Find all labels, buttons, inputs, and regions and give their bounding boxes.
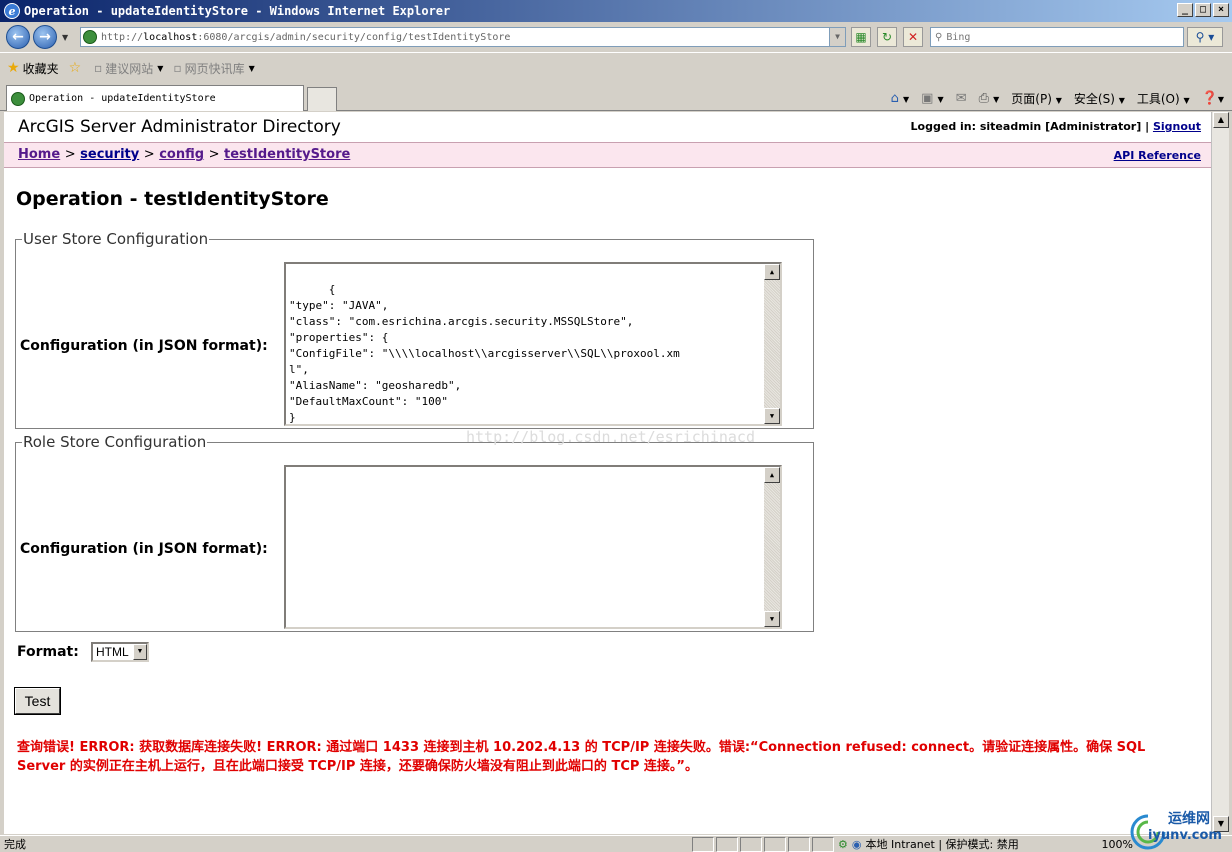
- add-favorite-icon: ☆: [68, 60, 82, 76]
- stop-icon[interactable]: ✕: [903, 27, 923, 47]
- address-dropdown-icon[interactable]: ▼: [829, 28, 845, 46]
- ie-icon: e: [4, 3, 20, 19]
- chevron-down-icon: ▼: [248, 63, 255, 73]
- page-title: Operation - testIdentityStore: [16, 188, 329, 210]
- breadcrumb-config[interactable]: config: [159, 147, 204, 162]
- breadcrumb-current[interactable]: testIdentityStore: [224, 147, 350, 162]
- minimize-button[interactable]: _: [1177, 3, 1193, 17]
- address-text[interactable]: http://localhost:6080/arcgis/admin/secur…: [101, 32, 510, 43]
- close-button[interactable]: ×: [1213, 3, 1229, 17]
- error-message: 查询错误! ERROR: 获取数据库连接失败! ERROR: 通过端口 1433…: [17, 740, 1146, 774]
- page-header: ArcGIS Server Administrator Directory Lo…: [4, 112, 1211, 142]
- new-tab-button[interactable]: [307, 87, 337, 111]
- api-reference-link[interactable]: API Reference: [1114, 149, 1201, 162]
- window-title: Operation - updateIdentityStore - Window…: [24, 4, 451, 18]
- back-button[interactable]: ←: [6, 25, 30, 49]
- status-text: 完成: [4, 838, 26, 851]
- status-segment: [812, 836, 834, 852]
- print-icon[interactable]: ⎙ ▼: [979, 91, 1000, 106]
- test-button[interactable]: Test: [14, 687, 61, 715]
- user-store-config-textarea[interactable]: { "type": "JAVA", "class": "com.esrichin…: [284, 262, 782, 426]
- status-segment: [692, 836, 714, 852]
- scroll-up-icon[interactable]: ▲: [1213, 112, 1229, 128]
- maximize-button[interactable]: □: [1195, 3, 1211, 17]
- role-store-legend: Role Store Configuration: [23, 433, 207, 451]
- star-icon: ★: [7, 60, 20, 76]
- favorites-bar: ★ 收藏夹 ☆ ▫ 建议网站 ▼ ▫ 网页快讯库 ▼: [0, 54, 1232, 82]
- login-info: Logged in: siteadmin [Administrator] | S…: [910, 120, 1201, 133]
- security-zone-icon: ⚙: [838, 837, 848, 851]
- zone-text: 本地 Intranet | 保护模式: 禁用: [865, 838, 1019, 851]
- favorites-button[interactable]: ★ 收藏夹: [7, 60, 59, 77]
- search-icon: ⚲: [935, 31, 943, 43]
- tab-strip: Operation - updateIdentityStore ⌂ ▼ ▣ ▼ …: [0, 83, 1232, 111]
- signout-link[interactable]: Signout: [1153, 120, 1201, 133]
- page-scrollbar[interactable]: ▲ ▼: [1211, 112, 1229, 834]
- site-globe-icon: [83, 30, 97, 44]
- safety-menu[interactable]: 安全(S) ▼: [1074, 90, 1125, 107]
- status-bar: 完成 ⚙ ◉ 本地 Intranet | 保护模式: 禁用 100%: [0, 835, 1232, 852]
- watermark: http://blog.csdn.net/esrichinacd: [466, 428, 755, 446]
- compatibility-view-icon[interactable]: ▦: [851, 27, 871, 47]
- window-controls: _ □ ×: [1177, 3, 1229, 17]
- status-segment: [716, 836, 738, 852]
- format-select[interactable]: HTML ▼: [91, 642, 149, 662]
- format-label: Format:: [17, 644, 79, 660]
- brand-line2: iyunv.com: [1148, 828, 1222, 843]
- web-slices-link[interactable]: ▫ 网页快讯库 ▼: [173, 60, 254, 77]
- page-content: ArcGIS Server Administrator Directory Lo…: [4, 112, 1211, 834]
- role-store-fieldset: Role Store Configuration Configuration (…: [15, 433, 814, 632]
- tab-globe-icon: [11, 91, 25, 106]
- tab-operation[interactable]: Operation - updateIdentityStore: [6, 85, 304, 111]
- address-bar[interactable]: http://localhost:6080/arcgis/admin/secur…: [80, 27, 846, 47]
- app-title: ArcGIS Server Administrator Directory: [18, 117, 341, 137]
- brand-line1: 运维网: [1168, 811, 1210, 827]
- chevron-down-icon[interactable]: ▼: [133, 644, 147, 660]
- intranet-icon: ◉: [851, 837, 862, 851]
- forward-button[interactable]: →: [33, 25, 57, 49]
- address-row: ← → ▼ http://localhost:6080/arcgis/admin…: [0, 22, 1232, 53]
- user-store-legend: User Store Configuration: [23, 230, 209, 248]
- mail-icon[interactable]: ✉: [956, 91, 967, 106]
- home-icon[interactable]: ⌂ ▼: [891, 91, 910, 106]
- scroll-down-icon[interactable]: ▼: [764, 408, 780, 424]
- history-dropdown-icon[interactable]: ▼: [62, 33, 68, 42]
- search-button[interactable]: ⚲ ▾: [1187, 27, 1223, 47]
- chevron-down-icon: ▼: [157, 63, 164, 73]
- help-icon[interactable]: ❓▼: [1202, 91, 1224, 106]
- search-input[interactable]: ⚲ Bing: [930, 27, 1184, 47]
- scroll-up-icon[interactable]: ▲: [764, 467, 780, 483]
- command-bar: ⌂ ▼ ▣ ▼ ✉ ⎙ ▼ 页面(P) ▼ 安全(S) ▼ 工具(O) ▼ ❓▼: [891, 87, 1224, 109]
- role-store-config-textarea[interactable]: ▲ ▼: [284, 465, 782, 629]
- textarea-scrollbar[interactable]: ▲ ▼: [764, 264, 780, 424]
- window-titlebar: e Operation - updateIdentityStore - Wind…: [0, 0, 1232, 22]
- scroll-up-icon[interactable]: ▲: [764, 264, 780, 280]
- page-icon: ▫: [173, 61, 182, 75]
- user-store-fieldset: User Store Configuration Configuration (…: [15, 230, 814, 429]
- user-store-config-label: Configuration (in JSON format):: [20, 338, 268, 354]
- page-icon: ▫: [94, 61, 103, 75]
- status-segment: [740, 836, 762, 852]
- breadcrumb: Home > security > config > testIdentityS…: [18, 147, 351, 162]
- refresh-icon[interactable]: ↻: [877, 27, 897, 47]
- breadcrumb-security[interactable]: security: [80, 147, 139, 162]
- scroll-down-icon[interactable]: ▼: [764, 611, 780, 627]
- feeds-icon[interactable]: ▣ ▼: [921, 91, 944, 106]
- breadcrumb-home[interactable]: Home: [18, 147, 60, 162]
- breadcrumb-bar: Home > security > config > testIdentityS…: [4, 142, 1211, 168]
- add-favorites-button[interactable]: ☆: [69, 60, 85, 76]
- suggested-sites-link[interactable]: ▫ 建议网站 ▼: [94, 60, 163, 77]
- role-store-config-label: Configuration (in JSON format):: [20, 541, 268, 557]
- textarea-scrollbar[interactable]: ▲ ▼: [764, 467, 780, 627]
- brand-watermark: 运维网 iyunv.com: [1128, 808, 1232, 852]
- status-segment: [764, 836, 786, 852]
- tools-menu[interactable]: 工具(O) ▼: [1137, 90, 1190, 107]
- status-segment: [788, 836, 810, 852]
- page-menu[interactable]: 页面(P) ▼: [1011, 90, 1062, 107]
